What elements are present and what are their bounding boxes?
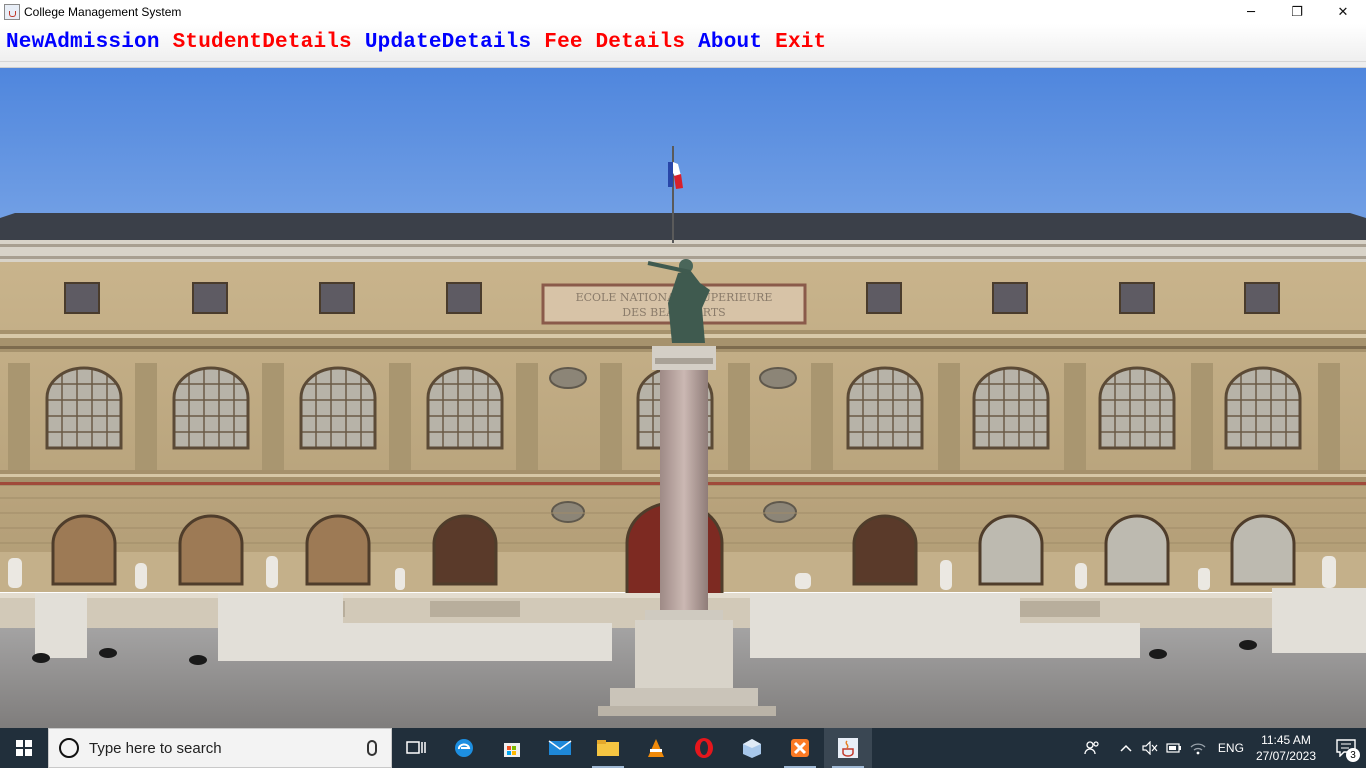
start-button[interactable] [0, 728, 48, 768]
windows-logo-icon [16, 740, 32, 756]
search-placeholder: Type here to search [89, 739, 222, 757]
xampp-icon[interactable] [776, 728, 824, 768]
notification-badge: 3 [1346, 748, 1360, 762]
window-titlebar: College Management System ─ ❐ ✕ [0, 0, 1366, 24]
system-tray: ENG 11:45 AM 27/07/2023 3 [1080, 728, 1366, 768]
edge-icon[interactable] [440, 728, 488, 768]
minimize-button[interactable]: ─ [1228, 0, 1274, 24]
menu-new-admission[interactable]: NewAdmission [6, 31, 160, 54]
opera-icon[interactable] [680, 728, 728, 768]
file-explorer-icon[interactable] [584, 728, 632, 768]
close-button[interactable]: ✕ [1320, 0, 1366, 24]
java-app-icon [4, 4, 20, 20]
virtualbox-icon[interactable] [728, 728, 776, 768]
taskbar-search-box[interactable]: Type here to search [48, 728, 392, 768]
wifi-icon[interactable] [1186, 728, 1210, 768]
windows-taskbar: Type here to search ENG 11:45 AM 27/07/2… [0, 728, 1366, 768]
menu-update-details[interactable]: UpdateDetails [365, 31, 531, 54]
language-indicator[interactable]: ENG [1218, 741, 1244, 755]
menu-student-details[interactable]: StudentDetails [173, 31, 352, 54]
java-icon[interactable] [824, 728, 872, 768]
people-icon[interactable] [1080, 728, 1104, 768]
chevron-up-icon[interactable] [1114, 728, 1138, 768]
window-title: College Management System [24, 5, 182, 19]
battery-icon[interactable] [1162, 728, 1186, 768]
vlc-icon[interactable] [632, 728, 680, 768]
menu-bar: NewAdmission StudentDetails UpdateDetail… [0, 24, 1366, 62]
clock[interactable]: 11:45 AM 27/07/2023 [1256, 732, 1316, 764]
notification-center-button[interactable]: 3 [1326, 728, 1366, 768]
cortana-icon [59, 738, 79, 758]
menu-exit[interactable]: Exit [775, 31, 826, 54]
store-icon[interactable] [488, 728, 536, 768]
menu-fee-details[interactable]: Fee Details [544, 31, 685, 54]
mail-icon[interactable] [536, 728, 584, 768]
volume-muted-icon[interactable] [1138, 728, 1162, 768]
window-controls: ─ ❐ ✕ [1228, 0, 1366, 24]
clock-time: 11:45 AM [1261, 733, 1311, 747]
maximize-button[interactable]: ❐ [1274, 0, 1320, 24]
menu-about[interactable]: About [698, 31, 762, 54]
clock-date: 27/07/2023 [1255, 749, 1316, 763]
microphone-icon[interactable] [367, 740, 377, 756]
college-background-image: ECOLE NATIONALE SUPERIEURE DES BEAUX ART… [0, 68, 1366, 728]
task-view-icon[interactable] [392, 728, 440, 768]
